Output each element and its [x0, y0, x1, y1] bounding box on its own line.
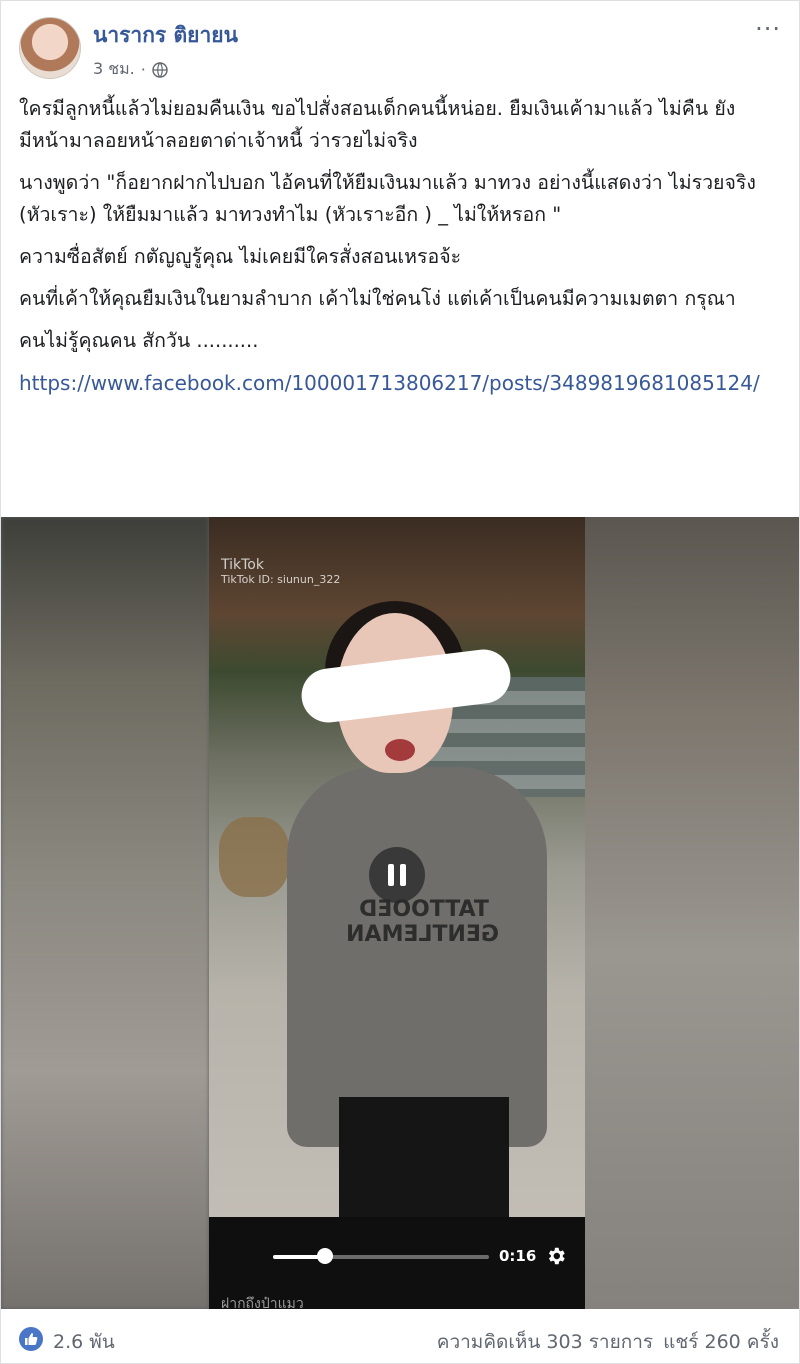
video-controls: 0:16 ฝากถึงป๋าแมว — [209, 1217, 585, 1309]
tiktok-watermark: TikTok TikTok ID: siunun_322 — [221, 557, 340, 586]
post-paragraph: ใครมีลูกหนี้แล้วไม่ยอมคืนเงิน ขอไปสั่งสอ… — [19, 97, 736, 152]
background-plant — [219, 817, 289, 897]
author-avatar[interactable] — [19, 17, 81, 79]
post-paragraph: ความซื่อสัตย์ กตัญญูรู้คุณ ไม่เคยมีใครสั… — [19, 245, 462, 268]
video-frame[interactable]: TATTOOED GENTLEMAN TikTok TikTok ID: siu… — [209, 517, 585, 1309]
progress-track[interactable] — [273, 1255, 489, 1259]
video-blur-left — [1, 517, 209, 1309]
thumbs-up-icon — [25, 1333, 38, 1345]
facebook-post: นารากร ติยายน 3 ชม. · ··· ใครมีลูกหนี้แล… — [0, 0, 800, 1364]
more-options-button[interactable]: ··· — [755, 15, 781, 43]
tiktok-logo-text: TikTok — [221, 557, 264, 573]
comment-count[interactable]: ความคิดเห็น 303 รายการ — [437, 1327, 653, 1357]
person-pants — [339, 1097, 509, 1217]
post-footer: 2.6 พัน ความคิดเห็น 303 รายการ แชร์ 260 … — [1, 1317, 799, 1363]
globe-icon — [152, 61, 168, 78]
video-time: 0:16 — [499, 1247, 537, 1265]
share-count[interactable]: แชร์ 260 ครั้ง — [663, 1327, 779, 1357]
video-caption: ฝากถึงป๋าแมว — [221, 1296, 304, 1309]
tiktok-id: TikTok ID: siunun_322 — [221, 573, 341, 586]
meta-separator: · — [140, 60, 146, 79]
person-mouth — [385, 739, 415, 761]
post-meta: 3 ชม. · — [93, 57, 168, 82]
like-reaction-icon[interactable] — [19, 1327, 43, 1351]
video-blur-right — [585, 517, 799, 1309]
shirt-print: TATTOOED GENTLEMAN — [346, 897, 499, 947]
video-player[interactable]: TATTOOED GENTLEMAN TikTok TikTok ID: siu… — [1, 517, 799, 1309]
pause-icon — [385, 864, 409, 886]
post-link[interactable]: https://www.facebook.com/100001713806217… — [19, 371, 760, 395]
post-text: ใครมีลูกหนี้แล้วไม่ยอมคืนเงิน ขอไปสั่งสอ… — [19, 93, 785, 410]
gear-icon[interactable] — [545, 1245, 567, 1267]
reaction-count[interactable]: 2.6 พัน — [53, 1327, 115, 1357]
post-time[interactable]: 3 ชม. — [93, 57, 135, 82]
author-name[interactable]: นารากร ติยายน — [93, 19, 238, 52]
engagement-stats: ความคิดเห็น 303 รายการ แชร์ 260 ครั้ง — [437, 1327, 779, 1357]
post-paragraph: คนที่เค้าให้คุณยืมเงินในยามลำบาก เค้าไม่… — [19, 287, 736, 310]
pause-button[interactable] — [369, 847, 425, 903]
progress-knob[interactable] — [316, 1248, 333, 1264]
post-paragraph: นางพูดว่า "ก็อยากฝากไปบอก ไอ้คนที่ให้ยืม… — [19, 171, 756, 226]
post-paragraph: คนไม่รู้คุณคน สักวัน .......... — [19, 329, 259, 352]
